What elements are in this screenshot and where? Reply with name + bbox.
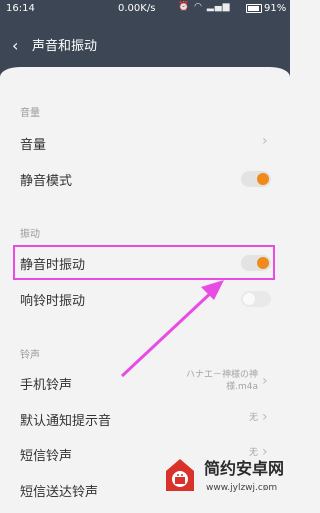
row-label: 手机铃声 [20, 378, 73, 393]
row-label: 短信送达铃声 [20, 485, 99, 500]
ringtone-value: ハナエ－神様の神 様.m4a [186, 369, 258, 393]
chevron-right-icon: › [262, 373, 268, 389]
arrow-shaft [120, 288, 216, 378]
notification-tone-value: 无 [248, 413, 258, 423]
section-header-ringtone: 铃声 [20, 350, 40, 361]
chevron-right-icon: › [262, 409, 268, 425]
row-default-notification-tone[interactable]: 默认通知提示音 无 › [0, 402, 290, 436]
ringtone-value-line1: ハナエ－神様の神 [185, 370, 258, 380]
watermark: 简约安卓网 www.jylzwj.com [160, 451, 288, 505]
watermark-url: www.jylzwj.com [206, 483, 278, 493]
row-label: 默认通知提示音 [20, 414, 112, 429]
ringtone-value-line2: 様.m4a [226, 382, 258, 392]
watermark-name: 简约安卓网 [204, 459, 285, 478]
row-phone-ringtone[interactable]: 手机铃声 ハナエ－神様の神 様.m4a › [0, 366, 290, 400]
android-logo-icon [166, 459, 194, 491]
row-label: 短信铃声 [20, 449, 73, 464]
